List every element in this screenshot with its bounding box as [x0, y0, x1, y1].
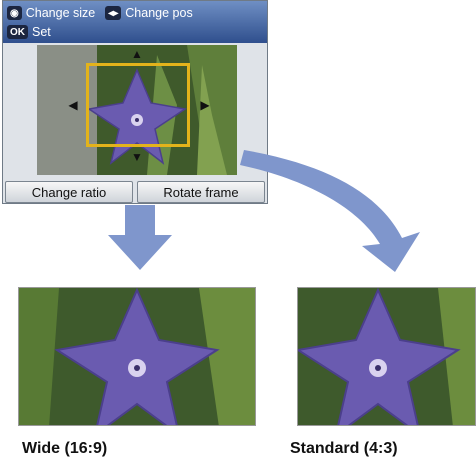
standard-caption: Standard (4:3) — [290, 440, 398, 457]
wide-caption: Wide (16:9) — [22, 440, 108, 457]
wide-result-image — [18, 287, 256, 426]
arrow-curved-to-standard-icon — [240, 150, 420, 272]
standard-result-image — [297, 287, 476, 426]
arrow-down-to-wide-icon — [108, 205, 172, 270]
